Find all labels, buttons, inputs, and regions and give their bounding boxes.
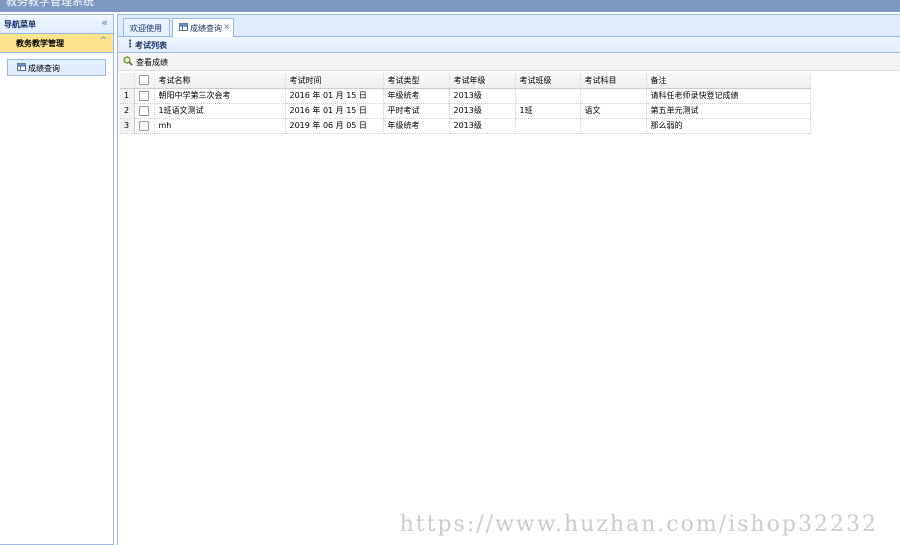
cell-exam-grade: 2013级 [449,118,516,134]
column-header-exam-name[interactable]: 考试名称 [154,73,286,89]
column-header-exam-subject[interactable]: 考试科目 [580,73,647,89]
cell-exam-type: 年级统考 [383,88,450,104]
accordion-title: 教务教学管理 [16,39,64,48]
tab-welcome-label: 欢迎使用 [130,24,162,33]
row-number: 1 [120,88,135,104]
cell-remarks: 第五单元测试 [646,103,811,119]
cell-exam-subject [580,88,647,104]
search-icon [123,56,133,69]
cell-exam-class: 1班 [515,103,581,119]
tab-score-query-label: 成绩查询 [190,24,222,33]
exam-list-grid: 考试名称 考试时间 考试类型 考试年级 考试班级 考试科目 备注 1 朝阳中学第… [120,73,811,134]
table-icon [17,63,26,74]
table-row[interactable]: 2 1班语文测试 2016 年 01 月 15 日 平时考试 2013级 1班 … [120,103,811,119]
nav-header-title: 导航菜单 [4,20,36,29]
cell-exam-subject: 语文 [580,103,647,119]
cell-exam-name: 朝阳中学第三次会考 [154,88,286,104]
grid-toolbar: 查看成绩 [118,53,900,71]
column-header-exam-time[interactable]: 考试时间 [285,73,384,89]
cell-exam-type: 平时考试 [383,103,450,119]
chevron-up-icon[interactable]: ^ [99,36,107,46]
table-icon [179,23,188,34]
cell-exam-time: 2016 年 01 月 15 日 [285,88,384,104]
cell-exam-grade: 2013级 [449,88,516,104]
grid-header-row: 考试名称 考试时间 考试类型 考试年级 考试班级 考试科目 备注 [120,73,811,89]
select-all-checkbox[interactable] [134,73,155,89]
cell-exam-subject [580,118,647,134]
main-content: 欢迎使用 成绩查询 × ⋮ 考试列表 查看成绩 考试名称 考试时间 考试类型 考… [117,14,900,545]
row-checkbox[interactable] [134,103,155,119]
nav-item-label: 成绩查询 [28,64,60,73]
cell-exam-time: 2019 年 06 月 05 日 [285,118,384,134]
cell-exam-type: 年级统考 [383,118,450,134]
collapse-left-icon[interactable]: « [101,16,108,29]
cell-exam-grade: 2013级 [449,103,516,119]
table-row[interactable]: 1 朝阳中学第三次会考 2016 年 01 月 15 日 年级统考 2013级 … [120,88,811,104]
row-number: 3 [120,118,135,134]
tab-bar: 欢迎使用 成绩查询 × [118,15,900,37]
exam-list-title: 考试列表 [135,41,167,50]
tab-welcome[interactable]: 欢迎使用 [123,18,170,36]
nav-header: 导航菜单 « [0,15,113,34]
app-title: 教务教学管理系统 [6,0,94,8]
cell-remarks: 那么弱的 [646,118,811,134]
column-header-exam-class[interactable]: 考试班级 [515,73,581,89]
cell-exam-name: mh [154,118,286,134]
app-title-bar: 教务教学管理系统 [0,0,900,12]
row-number-header [120,73,135,89]
vertical-dots-icon: ⋮ [125,39,135,50]
view-scores-label: 查看成绩 [136,58,168,67]
row-checkbox[interactable] [134,118,155,134]
column-header-exam-type[interactable]: 考试类型 [383,73,450,89]
navigation-panel: 导航菜单 « 教务教学管理 ^ 成绩查询 [0,14,114,545]
watermark: https://www.huzhan.com/ishop32232 [399,512,878,537]
close-icon[interactable]: × [223,22,230,31]
cell-exam-class [515,118,581,134]
accordion-header-teaching[interactable]: 教务教学管理 ^ [0,34,113,53]
column-header-exam-grade[interactable]: 考试年级 [449,73,516,89]
table-row[interactable]: 3 mh 2019 年 06 月 05 日 年级统考 2013级 那么弱的 [120,118,811,134]
tab-score-query[interactable]: 成绩查询 × [172,18,234,37]
cell-exam-time: 2016 年 01 月 15 日 [285,103,384,119]
cell-exam-name: 1班语文测试 [154,103,286,119]
nav-item-score-query[interactable]: 成绩查询 [7,59,106,76]
column-header-remarks[interactable]: 备注 [646,73,811,89]
cell-remarks: 请科任老师录快登记成绩 [646,88,811,104]
row-number: 2 [120,103,135,119]
exam-list-title-bar: ⋮ 考试列表 [118,37,900,53]
row-checkbox[interactable] [134,88,155,104]
cell-exam-class [515,88,581,104]
